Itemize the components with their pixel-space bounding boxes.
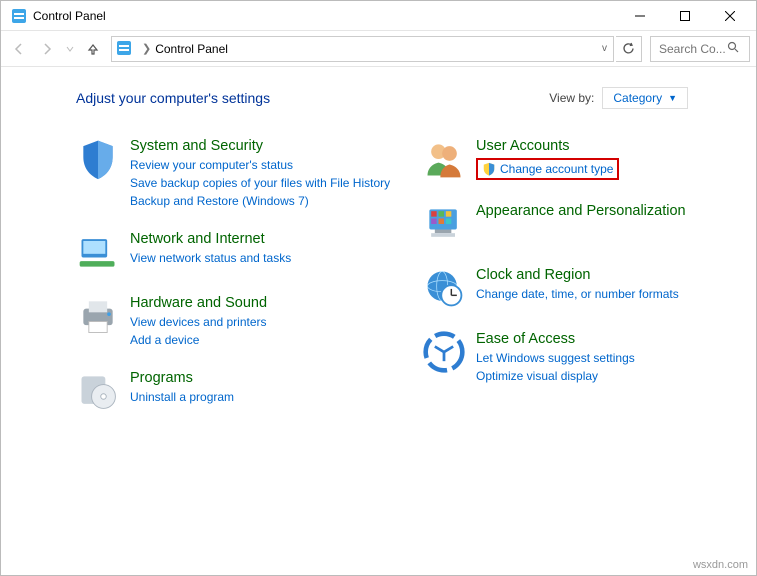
category-appearance-and-personalization: Appearance and Personalization [422, 202, 748, 246]
close-button[interactable] [707, 2, 752, 30]
change-account-type-link[interactable]: Change account type [500, 163, 613, 175]
category-link[interactable]: Optimize visual display [476, 367, 635, 385]
search-input[interactable] [657, 41, 727, 57]
category-link[interactable]: Review your computer's status [130, 156, 390, 174]
category-title[interactable]: Programs [130, 369, 234, 388]
shield-icon[interactable] [76, 137, 120, 181]
category-title[interactable]: Network and Internet [130, 230, 291, 249]
category-network-and-internet: Network and Internet View network status… [76, 230, 402, 274]
category-hardware-and-sound: Hardware and Sound View devices and prin… [76, 294, 402, 349]
category-programs: Programs Uninstall a program [76, 369, 402, 413]
category-link[interactable]: Save backup copies of your files with Fi… [130, 174, 390, 192]
control-panel-icon [116, 40, 134, 58]
category-title[interactable]: User Accounts [476, 137, 619, 156]
search-icon [727, 41, 739, 56]
forward-button[interactable] [35, 37, 59, 61]
category-clock-and-region: Clock and Region Change date, time, or n… [422, 266, 748, 310]
category-title[interactable]: Clock and Region [476, 266, 679, 285]
breadcrumb-separator-icon[interactable]: ❯ [138, 42, 155, 55]
left-column: System and Security Review your computer… [76, 137, 402, 413]
clock-icon[interactable] [422, 266, 466, 310]
category-link[interactable]: Add a device [130, 331, 267, 349]
ease-of-access-icon[interactable] [422, 330, 466, 374]
category-link[interactable]: Let Windows suggest settings [476, 349, 635, 367]
window-controls [617, 2, 752, 30]
control-panel-window: Control Panel ❯ Control Panel v [0, 0, 757, 576]
category-link[interactable]: Uninstall a program [130, 388, 234, 406]
view-by-value: Category [613, 91, 662, 105]
view-by-label: View by: [549, 91, 594, 105]
search-box[interactable] [650, 36, 750, 62]
right-column: User Accounts Change account type [422, 137, 748, 413]
category-title[interactable]: Ease of Access [476, 330, 635, 349]
category-link[interactable]: View devices and printers [130, 313, 267, 331]
address-bar[interactable]: ❯ Control Panel v [111, 36, 614, 62]
control-panel-icon [11, 8, 27, 24]
category-title[interactable]: Appearance and Personalization [476, 202, 686, 221]
category-user-accounts: User Accounts Change account type [422, 137, 748, 182]
disc-icon[interactable] [76, 369, 120, 413]
window-title: Control Panel [33, 9, 617, 23]
printer-icon[interactable] [76, 294, 120, 338]
breadcrumb[interactable]: Control Panel [155, 42, 596, 56]
category-title[interactable]: System and Security [130, 137, 390, 156]
back-button[interactable] [7, 37, 31, 61]
watermark: wsxdn.com [693, 559, 748, 571]
view-by-dropdown[interactable]: Category ▼ [602, 87, 688, 109]
category-ease-of-access: Ease of Access Let Windows suggest setti… [422, 330, 748, 385]
page-title: Adjust your computer's settings [76, 90, 270, 106]
address-history-dropdown[interactable]: v [596, 43, 613, 54]
user-accounts-icon[interactable] [422, 137, 466, 181]
uac-shield-icon [482, 162, 496, 176]
category-link[interactable]: Backup and Restore (Windows 7) [130, 192, 390, 210]
minimize-button[interactable] [617, 2, 662, 30]
view-by-control: View by: Category ▼ [549, 87, 688, 109]
category-link[interactable]: Change date, time, or number formats [476, 285, 679, 303]
category-title[interactable]: Hardware and Sound [130, 294, 267, 313]
refresh-button[interactable] [616, 36, 642, 62]
toolbar: ❯ Control Panel v [1, 31, 756, 67]
content-area: Adjust your computer's settings View by:… [1, 67, 756, 575]
up-button[interactable] [81, 37, 105, 61]
network-icon[interactable] [76, 230, 120, 274]
appearance-icon[interactable] [422, 202, 466, 246]
recent-locations-button[interactable] [63, 37, 77, 61]
chevron-down-icon: ▼ [668, 93, 677, 103]
titlebar: Control Panel [1, 1, 756, 31]
category-system-and-security: System and Security Review your computer… [76, 137, 402, 210]
maximize-button[interactable] [662, 2, 707, 30]
highlighted-link-box: Change account type [476, 158, 619, 180]
category-link[interactable]: View network status and tasks [130, 249, 291, 267]
